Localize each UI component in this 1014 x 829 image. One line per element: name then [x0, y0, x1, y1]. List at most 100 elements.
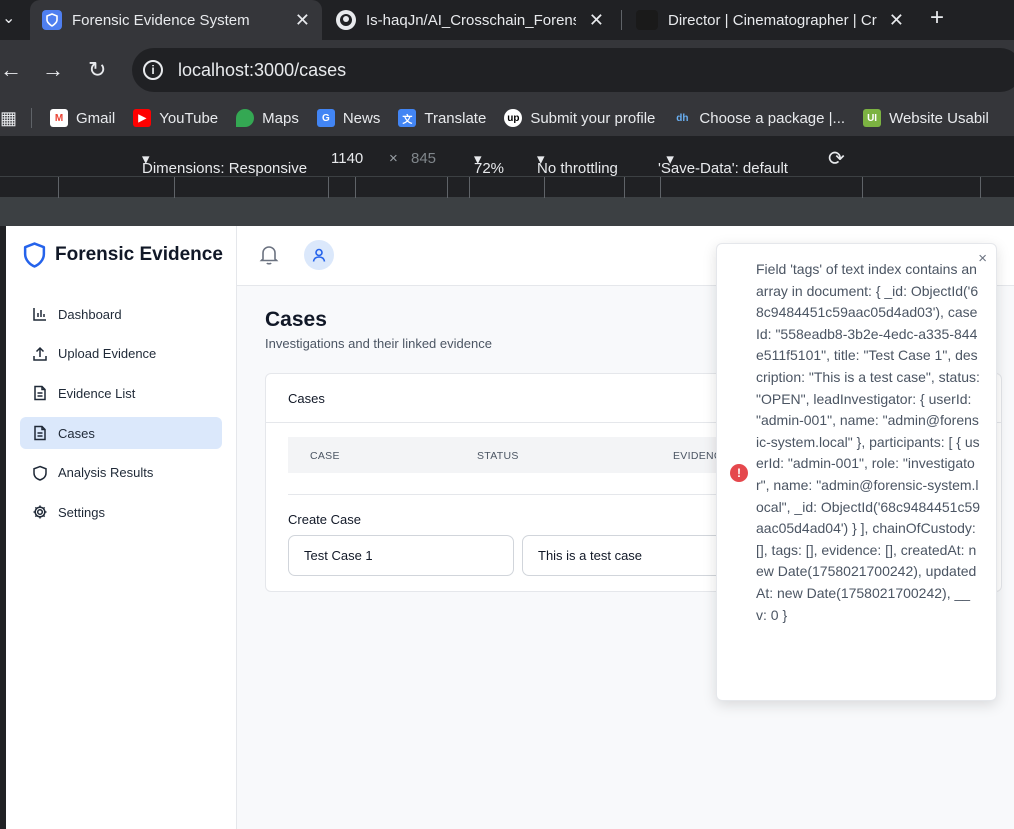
- apps-grid-icon[interactable]: ▦: [0, 108, 17, 129]
- bookmark-website-usability[interactable]: UI Website Usabil: [863, 109, 989, 127]
- sidebar: Forensic Evidence Dashboard Upload Evide…: [6, 226, 237, 829]
- back-arrow-icon[interactable]: ←: [0, 56, 22, 84]
- close-icon[interactable]: ✕: [889, 10, 904, 31]
- site-favicon-icon: [636, 10, 658, 30]
- address-bar[interactable]: i localhost:3000/cases: [132, 48, 1014, 92]
- gmail-icon: M: [50, 109, 69, 127]
- times-separator: ×: [389, 150, 398, 167]
- bookmark-gmail[interactable]: M Gmail: [50, 109, 115, 127]
- bookmark-translate[interactable]: 文 Translate: [398, 109, 486, 127]
- sidebar-item-label: Cases: [58, 425, 95, 441]
- brand-name: Forensic Evidence: [55, 244, 223, 265]
- sidebar-item-cases[interactable]: Cases: [20, 417, 222, 450]
- new-tab-plus-icon[interactable]: +: [930, 4, 944, 32]
- save-data-select[interactable]: 'Save-Data': default ▾: [658, 150, 788, 177]
- brand[interactable]: Forensic Evidence: [22, 241, 223, 269]
- bookmark-maps[interactable]: Maps: [236, 109, 299, 127]
- bell-icon[interactable]: [259, 244, 279, 266]
- news-icon: G: [316, 109, 335, 127]
- bookmarks-bar: ▦ M Gmail ▶ YouTube Maps G News 文 Translate …: [0, 100, 1014, 136]
- bookmark-choose-package[interactable]: dh Choose a package |...: [673, 109, 845, 127]
- tab-list-chevron-icon[interactable]: ⌄: [2, 8, 15, 28]
- close-icon[interactable]: ✕: [295, 10, 310, 31]
- bookmark-label: YouTube: [159, 109, 219, 127]
- page-title: Cases: [265, 308, 327, 331]
- create-case-label: Create Case: [288, 512, 361, 527]
- sidebar-item-label: Settings: [58, 504, 105, 520]
- devtools-device-toolbar: Dimensions: Responsive ▾ 1140 × 845 72% …: [0, 140, 1014, 177]
- tab-title: Forensic Evidence System: [72, 11, 250, 29]
- save-data-label: 'Save-Data': default: [658, 160, 788, 177]
- maps-pin-icon: [236, 109, 255, 127]
- user-icon: [312, 248, 326, 262]
- rotate-icon[interactable]: ⟳: [828, 146, 845, 171]
- browser-tab-bar: ⌄ Forensic Evidence System ✕ Is-haqJn/AI…: [0, 0, 1014, 40]
- tab-director[interactable]: Director | Cinematographer | Cr ✕: [628, 0, 916, 40]
- upload-icon: [33, 346, 47, 361]
- zoom-select[interactable]: 72% ▾: [474, 150, 504, 177]
- throttling-select[interactable]: No throttling ▾: [537, 150, 618, 177]
- bookmark-label: Maps: [262, 109, 299, 127]
- shield-icon: [33, 465, 47, 481]
- upwork-icon: up: [504, 109, 523, 127]
- bookmark-label: Website Usabil: [889, 109, 989, 127]
- bookmark-youtube[interactable]: ▶ YouTube: [133, 109, 218, 127]
- reload-icon[interactable]: ↻: [88, 56, 106, 84]
- dimensions-select[interactable]: Dimensions: Responsive ▾: [142, 150, 307, 177]
- translate-icon: 文: [398, 109, 417, 127]
- sidebar-item-upload-evidence[interactable]: Upload Evidence: [20, 338, 222, 370]
- sidebar-item-analysis-results[interactable]: Analysis Results: [20, 457, 222, 489]
- bookmark-label: News: [342, 109, 381, 127]
- sidebar-item-label: Analysis Results: [58, 465, 154, 481]
- sidebar-item-label: Evidence List: [58, 385, 136, 401]
- zoom-label: 72%: [474, 160, 505, 177]
- toast-message: Field 'tags' of text index contains an a…: [756, 261, 981, 623]
- sidebar-item-dashboard[interactable]: Dashboard: [20, 298, 222, 330]
- app-favicon-icon: [42, 10, 62, 30]
- bookmark-label: Choose a package |...: [699, 109, 846, 127]
- tab-title: Director | Cinematographer | Cr: [668, 11, 877, 29]
- browser-toolbar: ← → ↻ i localhost:3000/cases: [0, 40, 1014, 100]
- file-icon: [34, 425, 46, 441]
- url-text[interactable]: localhost:3000/cases: [178, 60, 346, 81]
- height-input[interactable]: 845: [411, 150, 436, 167]
- forward-arrow-icon[interactable]: →: [42, 56, 64, 84]
- tab-forensic-evidence[interactable]: Forensic Evidence System ✕: [30, 0, 322, 40]
- sidebar-nav: Dashboard Upload Evidence Evidence List …: [20, 298, 222, 536]
- column-header-case: CASE: [310, 450, 340, 462]
- bookmark-label: Gmail: [76, 109, 116, 127]
- bookmark-label: Submit your profile: [530, 109, 656, 127]
- bookmark-submit-profile[interactable]: up Submit your profile: [504, 109, 655, 127]
- throttling-label: No throttling: [537, 160, 618, 177]
- sidebar-item-evidence-list[interactable]: Evidence List: [20, 377, 222, 409]
- bar-chart-icon: [33, 308, 46, 321]
- youtube-icon: ▶: [133, 109, 152, 127]
- width-input[interactable]: 1140: [331, 150, 363, 167]
- error-icon: !: [730, 464, 748, 482]
- column-header-status: STATUS: [477, 450, 519, 462]
- shield-logo-icon: [23, 242, 46, 268]
- gear-icon: [33, 505, 47, 519]
- sidebar-item-label: Dashboard: [58, 306, 122, 322]
- close-icon[interactable]: ✕: [589, 10, 604, 31]
- bookmark-divider: [31, 108, 33, 128]
- tab-separator: [621, 10, 622, 30]
- dimensions-label: Dimensions: Responsive: [142, 160, 308, 177]
- bookmark-label: Translate: [424, 109, 487, 127]
- ui-icon: UI: [863, 109, 882, 127]
- sidebar-item-settings[interactable]: Settings: [20, 496, 222, 528]
- dh-icon: dh: [676, 112, 689, 124]
- github-icon: [336, 10, 356, 30]
- case-title-input[interactable]: Test Case 1: [288, 535, 514, 576]
- bookmark-news[interactable]: G News: [316, 109, 381, 127]
- sidebar-item-label: Upload Evidence: [58, 346, 157, 362]
- file-icon: [34, 386, 46, 401]
- media-query-ruler: [0, 176, 1014, 198]
- tab-github[interactable]: Is-haqJn/AI_Crosschain_Forensic ✕: [326, 0, 616, 40]
- site-info-icon[interactable]: i: [143, 60, 163, 80]
- viewport-background: [0, 198, 1014, 226]
- tab-title: Is-haqJn/AI_Crosschain_Forensic: [366, 11, 576, 29]
- avatar[interactable]: [304, 240, 334, 270]
- error-toast: × ! Field 'tags' of text index contains …: [716, 243, 997, 701]
- page-subtitle: Investigations and their linked evidence: [265, 336, 492, 351]
